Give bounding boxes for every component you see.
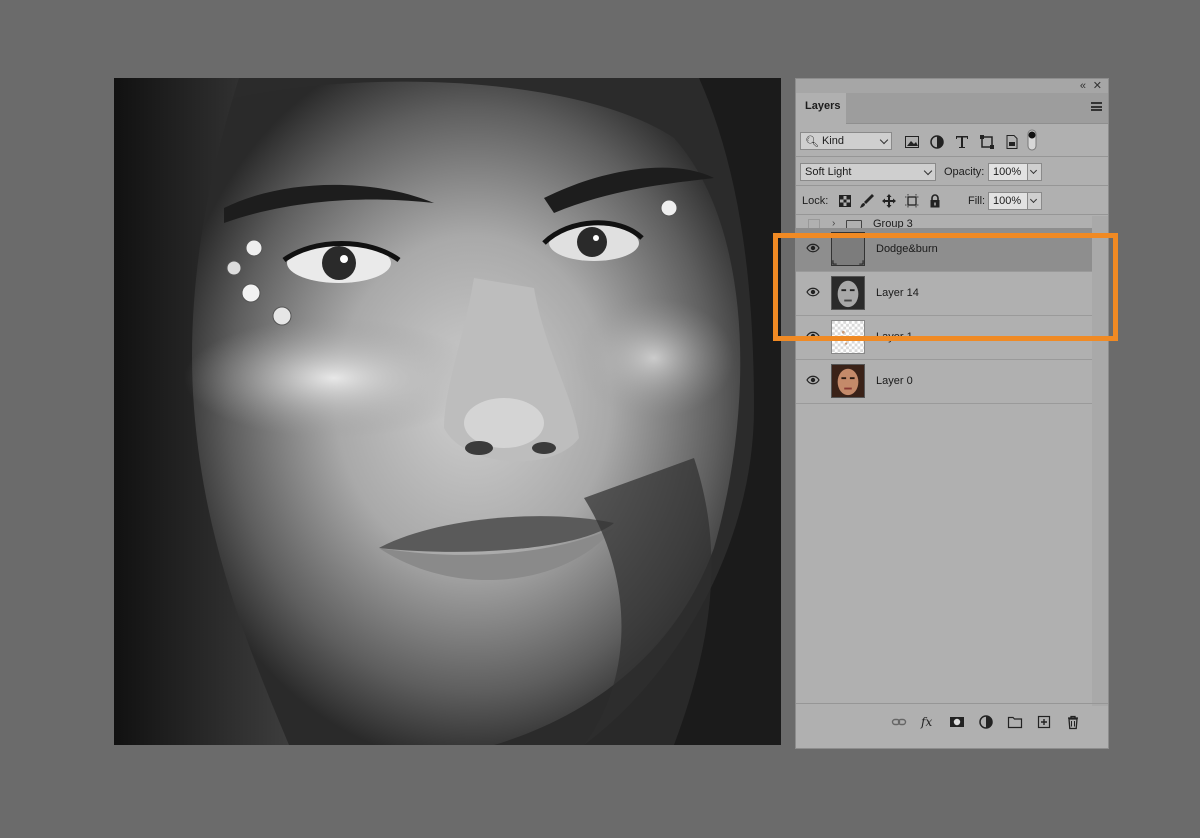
filter-kind-dropdown[interactable]: 🔍︎ Kind	[800, 132, 892, 150]
adjustment-layer-filter-icon[interactable]	[929, 134, 945, 150]
add-mask-icon[interactable]	[949, 714, 965, 730]
layer-thumbnail	[831, 364, 865, 398]
lock-all-icon[interactable]	[927, 193, 943, 209]
eye-icon[interactable]	[806, 375, 820, 385]
smart-object-filter-icon[interactable]	[1004, 134, 1020, 150]
type-layer-filter-icon[interactable]	[954, 134, 970, 150]
layer-group-row[interactable]: › Group 3	[796, 216, 1092, 228]
opacity-input[interactable]: 100%	[988, 163, 1028, 181]
fill-label: Fill:	[968, 195, 986, 207]
svg-text:fx: fx	[920, 715, 932, 729]
blend-mode-dropdown[interactable]: Soft Light	[800, 163, 936, 181]
blend-mode-value: Soft Light	[805, 166, 852, 178]
link-layers-icon[interactable]	[891, 714, 907, 730]
new-adjustment-layer-icon[interactable]	[978, 714, 994, 730]
visibility-toggle-empty[interactable]	[808, 219, 820, 228]
collapse-panel-icon[interactable]: «	[1080, 79, 1086, 93]
filter-kind-label: Kind	[821, 135, 844, 147]
layers-bottom-toolbar: fx	[796, 703, 1108, 748]
group-name: Group 3	[873, 218, 913, 228]
highlight-annotation-box	[773, 233, 1118, 341]
chevron-down-icon	[923, 166, 933, 175]
lock-artboard-icon[interactable]	[904, 193, 920, 209]
panel-tab-bar: Layers	[796, 93, 1108, 124]
panel-title-bar: « ✕	[796, 79, 1108, 93]
fx-icon[interactable]: fx	[920, 714, 936, 730]
portrait-image	[114, 78, 781, 745]
close-panel-icon[interactable]: ✕	[1093, 79, 1102, 93]
shape-layer-filter-icon[interactable]	[979, 134, 995, 150]
chevron-right-icon[interactable]: ›	[832, 218, 835, 228]
layer-row-layer-0[interactable]: Layer 0	[796, 360, 1092, 404]
delete-layer-icon[interactable]	[1065, 714, 1081, 730]
panel-menu-icon[interactable]	[1091, 102, 1102, 111]
new-layer-icon[interactable]	[1036, 714, 1052, 730]
layer-name: Layer 0	[876, 375, 913, 387]
layers-panel: « ✕ Layers 🔍︎ Kind Soft Light Opacity: 1…	[795, 78, 1109, 749]
lock-transparent-pixels-icon[interactable]	[837, 193, 853, 209]
document-canvas[interactable]	[114, 78, 781, 745]
tab-layers[interactable]: Layers	[796, 93, 846, 124]
lock-label: Lock:	[802, 195, 829, 207]
lock-position-icon[interactable]	[881, 193, 897, 209]
pixel-layer-filter-icon[interactable]	[904, 134, 920, 150]
opacity-dropdown-button[interactable]	[1028, 163, 1042, 181]
fill-input[interactable]: 100%	[988, 192, 1028, 210]
fill-dropdown-button[interactable]	[1028, 192, 1042, 210]
new-group-folder-icon[interactable]	[1007, 714, 1023, 730]
filter-toggle-icon[interactable]	[1027, 129, 1037, 151]
chevron-down-icon	[879, 135, 889, 144]
folder-icon	[846, 220, 862, 228]
lock-image-pixels-icon[interactable]	[859, 193, 875, 209]
search-icon: 🔍︎	[805, 135, 819, 148]
opacity-label: Opacity:	[944, 166, 985, 178]
